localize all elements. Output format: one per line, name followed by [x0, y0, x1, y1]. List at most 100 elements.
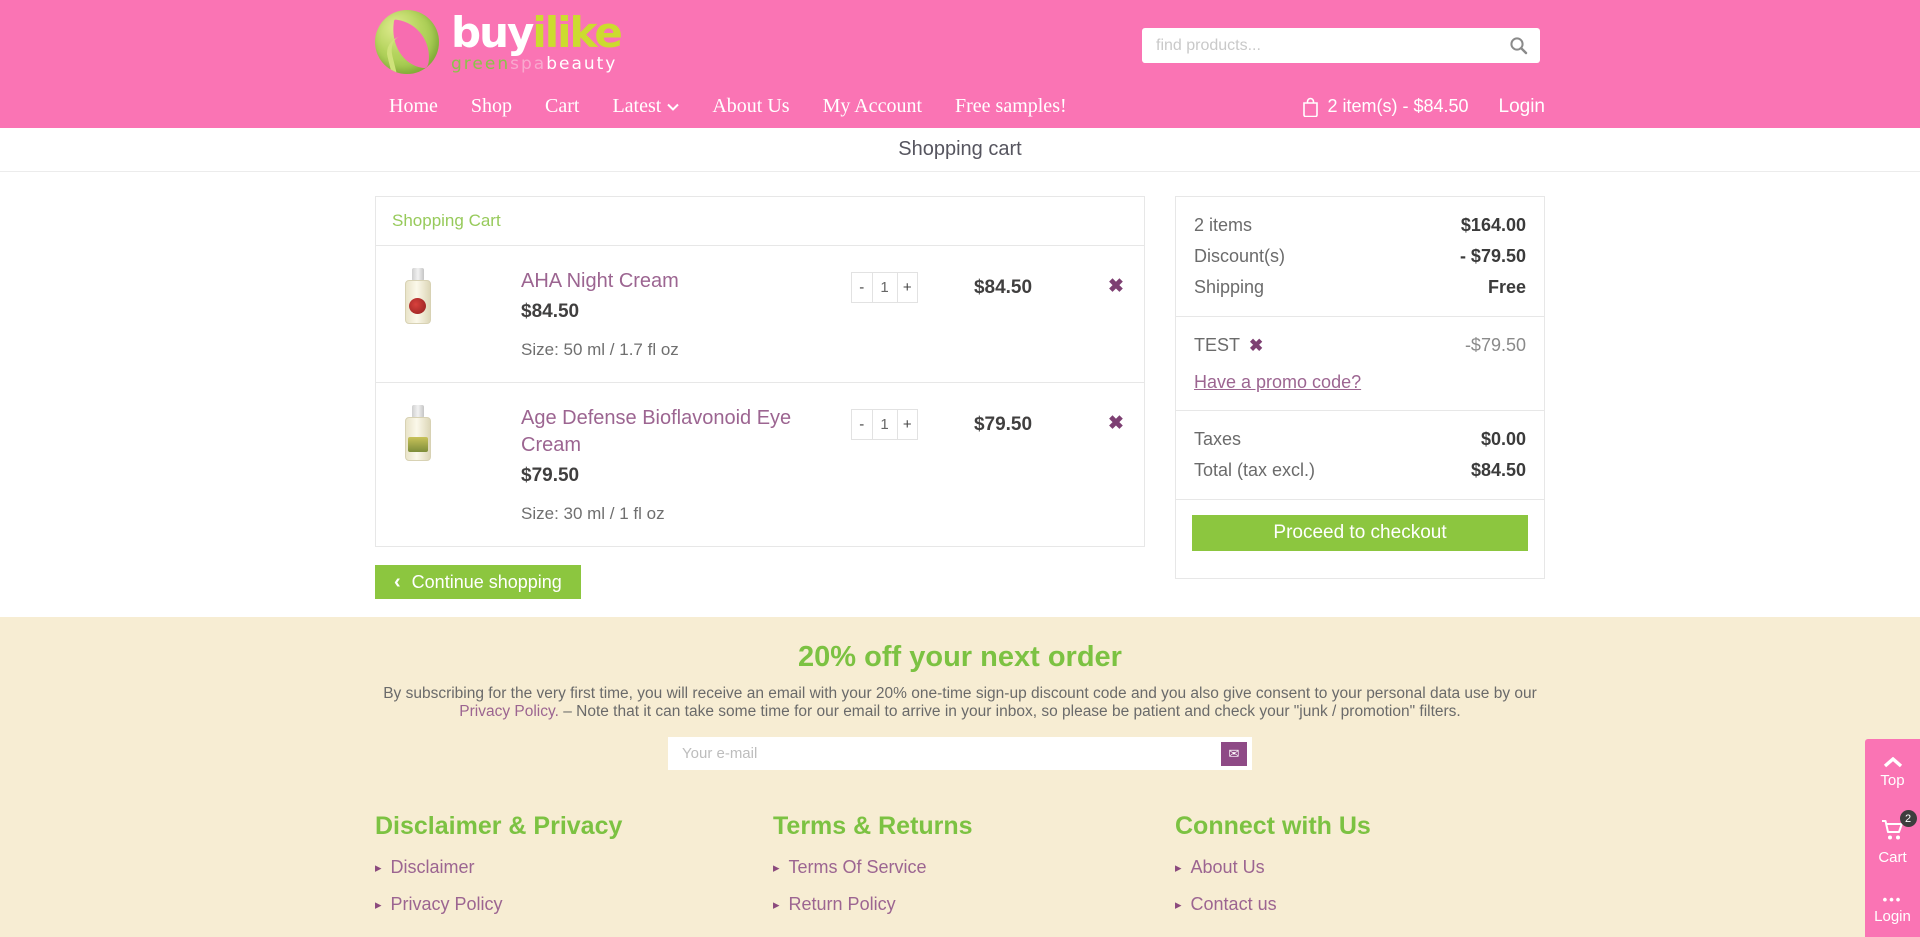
- search-icon: [1510, 37, 1528, 55]
- footer-col-title: Terms & Returns: [773, 812, 973, 840]
- footer-col-title: Disclaimer & Privacy: [375, 812, 623, 840]
- qty-minus-button[interactable]: -: [851, 272, 873, 303]
- search-button[interactable]: [1509, 36, 1528, 55]
- floating-side-widget: Top 2 Cart ••• Login: [1865, 739, 1920, 937]
- cart-badge: 2: [1899, 810, 1917, 827]
- summary-row-items: 2 items $164.00: [1194, 210, 1526, 241]
- qty-plus-button[interactable]: +: [896, 409, 918, 440]
- nav-item-home[interactable]: Home: [389, 95, 438, 118]
- product-info: Age Defense Bioflavonoid Eye Cream $79.5…: [521, 405, 852, 524]
- login-link[interactable]: Login: [1499, 96, 1546, 118]
- summary-value: Free: [1487, 277, 1526, 297]
- cart-label: Cart: [1878, 849, 1907, 866]
- caret-right-icon: ▸: [773, 896, 780, 912]
- cart-summary-panel: 2 items $164.00 Discount(s) - $79.50 Shi…: [1175, 196, 1545, 579]
- remove-item-icon[interactable]: ✖: [1088, 275, 1144, 298]
- quantity-value[interactable]: [871, 272, 898, 303]
- ellipsis-icon: •••: [1882, 892, 1903, 907]
- remove-item-icon[interactable]: ✖: [1088, 412, 1144, 435]
- caret-right-icon: ▸: [773, 859, 780, 875]
- summary-label: Shipping: [1194, 277, 1265, 297]
- nav-item-shop[interactable]: Shop: [471, 95, 512, 118]
- product-unit-price: $84.50: [521, 301, 580, 322]
- product-size: Size: 30 ml / 1 fl oz: [521, 504, 665, 523]
- voucher-code: TEST: [1194, 335, 1241, 355]
- shopping-bag-icon: [1303, 97, 1319, 117]
- product-name-link[interactable]: Age Defense Bioflavonoid Eye Cream: [521, 405, 801, 459]
- product-name-link[interactable]: AHA Night Cream: [521, 268, 679, 295]
- summary-label: Total (tax excl.): [1194, 460, 1316, 480]
- footer-link-disclaimer[interactable]: ▸ Disclaimer: [375, 857, 773, 878]
- summary-row-discount: Discount(s) - $79.50: [1194, 241, 1526, 272]
- page-title: Shopping cart: [898, 138, 1022, 160]
- qty-plus-button[interactable]: +: [896, 272, 918, 303]
- cart-item-row: AHA Night Cream $84.50 Size: 50 ml / 1.7…: [376, 246, 1144, 382]
- top-label: Top: [1880, 772, 1905, 789]
- search-box: [1142, 28, 1540, 63]
- summary-row-total: Total (tax excl.) $84.50: [1194, 455, 1526, 486]
- cart-status-text: 2 item(s) - $84.50: [1327, 96, 1469, 116]
- product-image[interactable]: [405, 268, 431, 324]
- quantity-stepper: - +: [851, 272, 918, 303]
- nav-item-cart[interactable]: Cart: [545, 95, 579, 118]
- caret-right-icon: ▸: [375, 859, 382, 875]
- floating-cart-button[interactable]: 2 Cart: [1878, 810, 1917, 866]
- newsletter-section: 20% off your next order By subscribing f…: [0, 617, 1920, 770]
- scroll-to-top-button[interactable]: Top: [1880, 757, 1905, 789]
- login-label: Login: [1874, 908, 1911, 925]
- footer-link-contact-us[interactable]: ▸ Contact us: [1175, 894, 1545, 915]
- page-title-bar: Shopping cart: [0, 128, 1920, 172]
- summary-row-shipping: Shipping Free: [1194, 272, 1526, 303]
- summary-value: $84.50: [1470, 460, 1526, 480]
- nav-item-free-samples[interactable]: Free samples!: [955, 95, 1067, 118]
- quantity-value[interactable]: [871, 409, 898, 440]
- chevron-up-icon: [1883, 757, 1902, 768]
- summary-row-taxes: Taxes $0.00: [1194, 424, 1526, 455]
- remove-voucher-icon[interactable]: ✖: [1249, 330, 1263, 361]
- product-size: Size: 50 ml / 1.7 fl oz: [521, 340, 679, 359]
- privacy-policy-link[interactable]: Privacy Policy.: [459, 703, 559, 720]
- header-cart-status[interactable]: 2 item(s) - $84.50: [1302, 96, 1469, 117]
- page-bottom: 20% off your next order By subscribing f…: [0, 617, 1920, 937]
- summary-value: - $79.50: [1459, 246, 1526, 266]
- shopping-cart-panel: Shopping Cart AHA Night Cream $84.50 Siz…: [375, 196, 1145, 547]
- leaf-logo-icon: [375, 10, 439, 74]
- footer-col-title: Connect with Us: [1175, 812, 1371, 840]
- footer-col-terms: Terms & Returns ▸ Terms Of Service ▸ Retur…: [773, 812, 1175, 915]
- nav-item-about-us[interactable]: About Us: [712, 95, 789, 118]
- footer-link-about-us[interactable]: ▸ About Us: [1175, 857, 1545, 878]
- tagline-beauty: beauty: [546, 53, 618, 74]
- tagline-spa: spa: [510, 53, 547, 74]
- promo-code-link[interactable]: Have a promo code?: [1194, 367, 1361, 397]
- nav-item-latest[interactable]: Latest: [612, 95, 680, 118]
- footer-link-return-policy[interactable]: ▸ Return Policy: [773, 894, 1175, 915]
- email-field[interactable]: [680, 744, 1221, 763]
- footer-link-privacy-policy[interactable]: ▸ Privacy Policy: [375, 894, 773, 915]
- chevron-down-icon: [667, 103, 680, 111]
- summary-value: $0.00: [1480, 429, 1526, 449]
- floating-login-button[interactable]: ••• Login: [1874, 892, 1911, 925]
- newsletter-submit-button[interactable]: ✉: [1221, 741, 1247, 766]
- footer-col-connect: Connect with Us ▸ About Us ▸ Contact us: [1175, 812, 1545, 915]
- product-info: AHA Night Cream $84.50 Size: 50 ml / 1.7…: [521, 268, 852, 360]
- tagline-green: green: [451, 53, 511, 74]
- page: buyilike greenspabeauty Home Shop Cart L…: [0, 0, 1920, 937]
- chevron-left-icon: ‹: [394, 571, 401, 593]
- nav-item-my-account[interactable]: My Account: [823, 95, 922, 118]
- summary-label: Discount(s): [1194, 246, 1286, 266]
- search-input[interactable]: [1154, 35, 1509, 56]
- qty-minus-button[interactable]: -: [851, 409, 873, 440]
- newsletter-text: By subscribing for the very first time, …: [383, 685, 1537, 720]
- product-image[interactable]: [405, 405, 431, 461]
- brand-buy: buy: [451, 7, 534, 57]
- newsletter-title: 20% off your next order: [798, 641, 1122, 673]
- main-content: Shopping Cart AHA Night Cream $84.50 Siz…: [375, 172, 1545, 599]
- cart-panel-title: Shopping Cart: [376, 197, 1144, 246]
- proceed-to-checkout-button[interactable]: Proceed to checkout: [1192, 515, 1528, 551]
- voucher-row: TEST ✖ -$79.50: [1194, 330, 1526, 361]
- continue-shopping-label: Continue shopping: [411, 571, 562, 592]
- continue-shopping-button[interactable]: ‹ Continue shopping: [375, 565, 581, 599]
- site-logo[interactable]: buyilike greenspabeauty: [375, 7, 623, 74]
- footer-link-terms-of-service[interactable]: ▸ Terms Of Service: [773, 857, 1175, 878]
- checkout-section: Proceed to checkout: [1176, 499, 1544, 578]
